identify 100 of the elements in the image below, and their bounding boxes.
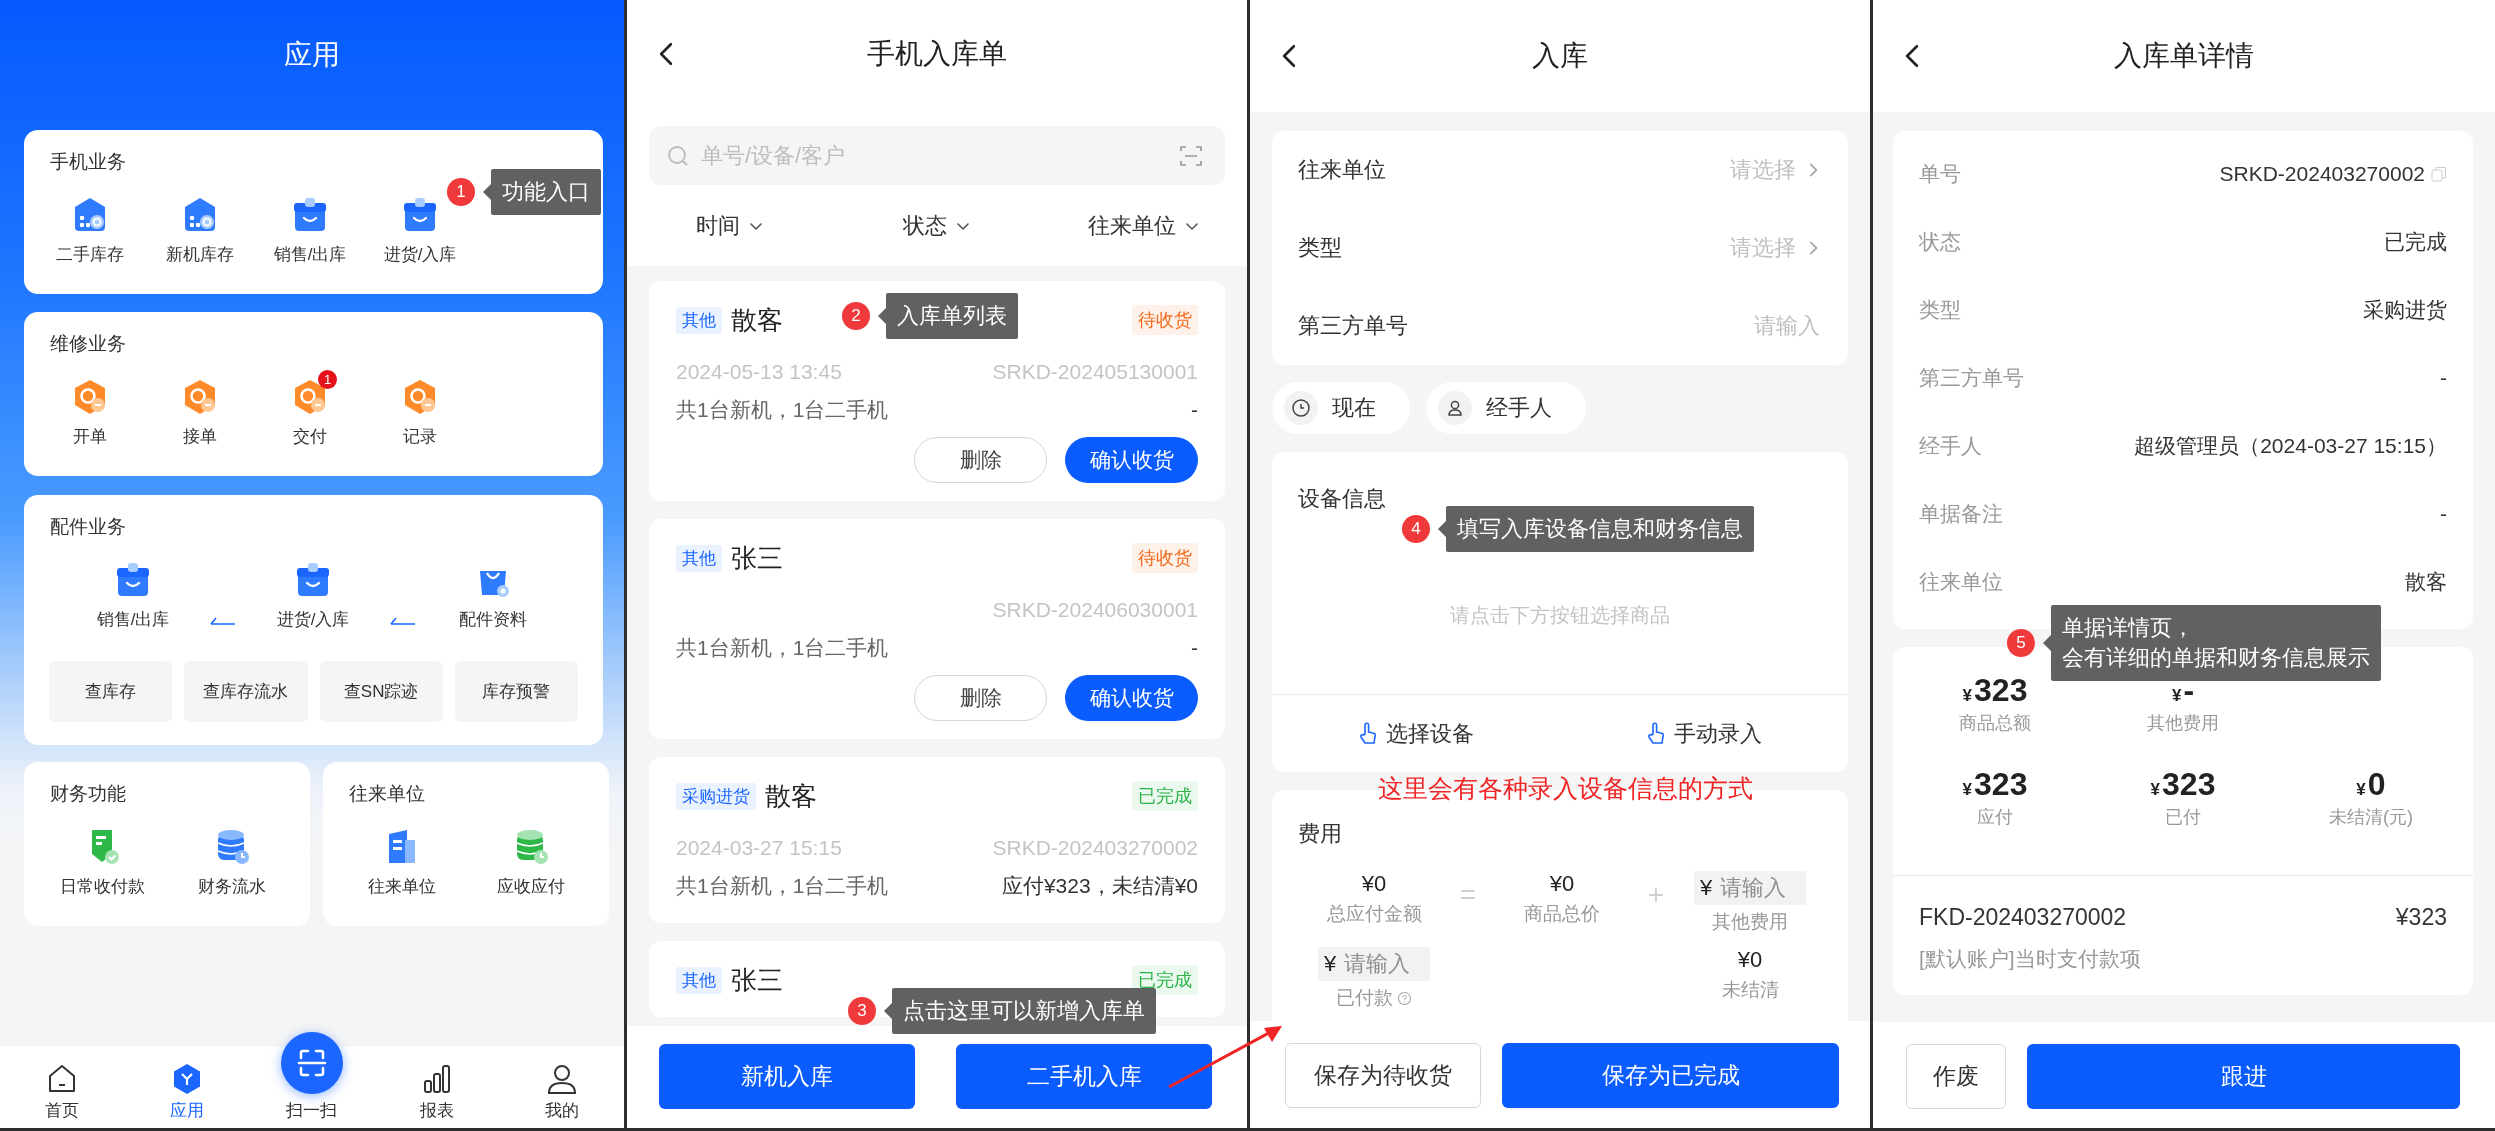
order-date: 2024-03-27 15:15 (676, 836, 842, 860)
app-shortcut[interactable]: 应收应付 (496, 828, 565, 898)
save-button[interactable]: 保存为待收货 (1285, 1043, 1481, 1108)
payment-amount: ¥323 (2395, 904, 2447, 931)
app-shortcut[interactable]: 新机库存 (166, 196, 234, 266)
clock-icon (1284, 391, 1318, 425)
operator-sign: = (1458, 878, 1478, 911)
confirm-button[interactable]: 确认收货 (1065, 437, 1198, 483)
type-tag: 其他 (676, 966, 722, 994)
shortcut-button[interactable]: 查SN踪迹 (319, 661, 443, 722)
type-tag: 其他 (676, 544, 722, 572)
tab-item[interactable]: 我的 (499, 1063, 624, 1122)
goods-amount: ¥0 (1549, 871, 1575, 897)
app-shortcut[interactable]: 配件资料 (428, 561, 558, 631)
info-value: 已完成 (2384, 229, 2447, 255)
total-amount: 323 (1974, 765, 2028, 804)
order-number: SRKD-202405130001 (992, 360, 1198, 384)
annotation-tooltip: 点击这里可以新增入库单 (892, 988, 1156, 1034)
annotation-tooltip: 功能入口 (491, 169, 601, 215)
order-number: SRKD-202403270002 (992, 836, 1198, 860)
filter-dropdown[interactable]: 时间 (690, 209, 771, 242)
order-summary: 共1台新机，1台二手机 (676, 397, 889, 423)
amount-field[interactable]: ¥ 请输入 (1318, 947, 1430, 981)
shortcut-button[interactable]: 库存预警 (454, 661, 578, 722)
page-title: 入库单详情 (2113, 39, 2255, 73)
amount-label: 商品总价 (1524, 902, 1600, 926)
operator-sign: + (1646, 878, 1666, 911)
count-badge: 1 (318, 370, 337, 389)
empty-hint: 请点击下方按钮选择商品 (1450, 603, 1670, 628)
total-amount: 323 (1974, 671, 2028, 710)
info-value: 超级管理员（2024-03-27 15:15） (2134, 433, 2447, 459)
delete-button[interactable]: 删除 (914, 437, 1047, 483)
amount-label: 未结清(元) (2329, 806, 2413, 829)
scan-icon (1179, 143, 1203, 168)
app-shortcut[interactable]: 日常收付款 (60, 828, 145, 898)
payment-note: [默认账户]当时支付款项 (1919, 946, 2142, 972)
amount-label: 应付 (1977, 806, 2013, 829)
search-field[interactable]: 单号/设备/客户 (699, 141, 1169, 170)
info-value: SRKD-202403270002 (2219, 162, 2425, 186)
customer-name: 张三 (731, 541, 783, 575)
add-button[interactable]: 新机入库 (659, 1044, 915, 1109)
tab-item[interactable]: 应用 (124, 1063, 250, 1122)
device-action-button[interactable]: 选择设备 (1352, 717, 1480, 750)
handler-chip[interactable]: 经手人 (1426, 382, 1586, 434)
customer-name: 张三 (731, 963, 783, 997)
app-shortcut[interactable]: 销售/出库 (68, 561, 198, 631)
box-icon (114, 561, 152, 599)
tab-item[interactable]: 首页 (0, 1063, 125, 1122)
section-title: 配件业务 (49, 515, 127, 539)
app-shortcut[interactable]: 记录 (401, 378, 439, 448)
tab-item[interactable]: 报表 (374, 1063, 500, 1122)
info-value: 采购进货 (2363, 297, 2447, 323)
search-bar[interactable]: 单号/设备/客户 (649, 126, 1225, 185)
field-label: 往来单位 (1298, 156, 1386, 184)
input-field[interactable]: 请输入 (1622, 312, 1822, 340)
app-shortcut[interactable]: 开单 (71, 378, 109, 448)
app-shortcut[interactable]: 往来单位 (367, 828, 436, 898)
box-icon (401, 196, 439, 234)
section-title: 维修业务 (49, 332, 127, 356)
customer-name: 散客 (731, 303, 783, 337)
annotation-tooltip: 单据详情页， 会有详细的单据和财务信息展示 (2051, 605, 2381, 681)
amount-field[interactable]: ¥ 请输入 (1694, 871, 1806, 905)
app-shortcut[interactable]: 财务流水 (197, 828, 266, 898)
total-amount: 323 (2162, 765, 2216, 804)
order-summary: 共1台新机，1台二手机 (676, 873, 889, 899)
currency-sign: ¥ (2150, 780, 2161, 800)
search-icon (667, 144, 689, 167)
add-button[interactable]: 二手机入库 (956, 1044, 1212, 1109)
amount-label: 已付款 (1336, 986, 1393, 1010)
filter-dropdown[interactable]: 状态 (897, 209, 977, 242)
filter-dropdown[interactable]: 往来单位 (1081, 209, 1206, 242)
unsettled-amount: ¥0 (1737, 947, 1763, 973)
tab-item[interactable]: 扫一扫 (249, 1031, 375, 1122)
app-shortcut[interactable]: 二手库存 (56, 196, 124, 266)
time-chip[interactable]: 现在 (1272, 382, 1410, 434)
save-button[interactable]: 保存为已完成 (1502, 1043, 1839, 1108)
confirm-button[interactable]: 确认收货 (1065, 675, 1198, 721)
device-action-button[interactable]: 手动录入 (1640, 717, 1768, 750)
order-summary: 共1台新机，1台二手机 (676, 635, 889, 661)
info-value: 散客 (2405, 569, 2447, 595)
order-amount: 应付¥323，未结清¥0 (1001, 873, 1198, 899)
person-icon (1438, 391, 1472, 425)
amount-label: 其他费用 (1712, 910, 1788, 934)
currency-sign: ¥ (2356, 780, 2366, 800)
app-shortcut[interactable]: 销售/出库 (273, 196, 347, 266)
app-shortcut[interactable]: 进货/入库 (248, 561, 378, 631)
order-card[interactable]: 其他 张三 待收货 SRKD-202406030001 共1台新机，1台二手机 - 删除 确认收货 (649, 519, 1225, 739)
page-title: 手机入库单 (866, 37, 1008, 71)
order-amount: - (1191, 398, 1198, 422)
total-amount: 0 (2367, 765, 2386, 804)
shortcut-button[interactable]: 查库存 (49, 661, 173, 722)
info-label: 往来单位 (1919, 569, 2003, 595)
delete-button[interactable]: 删除 (914, 675, 1047, 721)
follow-up-button[interactable]: 跟进 (2027, 1044, 2460, 1109)
shortcut-button[interactable]: 查库存流水 (184, 661, 308, 722)
app-shortcut[interactable]: 接单 (181, 378, 219, 448)
void-button[interactable]: 作废 (1906, 1044, 2006, 1109)
info-label: 单据备注 (1919, 501, 2003, 527)
order-card[interactable]: 采购进货 散客 已完成 2024-03-27 15:15 SRKD-202403270002 共1台新机，1台二手机 应付¥323，未结清¥0 (649, 757, 1225, 923)
status-tag: 已完成 (1132, 781, 1198, 811)
